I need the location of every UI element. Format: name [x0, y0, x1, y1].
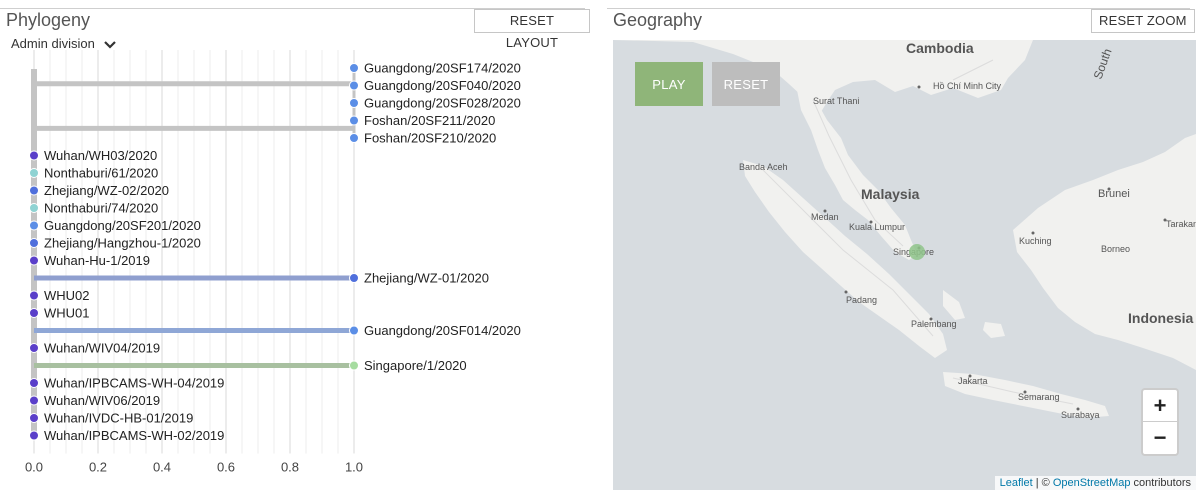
tip-node[interactable]	[29, 220, 39, 231]
tip-label[interactable]: Guangdong/20SF201/2020	[44, 218, 201, 233]
tip-node[interactable]	[29, 150, 39, 161]
tip-node[interactable]	[29, 395, 39, 406]
place-jakarta: Jakarta	[958, 376, 988, 386]
tip-label[interactable]: Zhejiang/Hangzhou-1/2020	[44, 236, 201, 251]
tip-label[interactable]: Guangdong/20SF040/2020	[364, 78, 521, 93]
tip-label[interactable]: WHU01	[44, 306, 90, 321]
tip-label[interactable]: WHU02	[44, 288, 90, 303]
tip-node[interactable]	[29, 413, 39, 423]
tip-label[interactable]: Nonthaburi/61/2020	[44, 166, 158, 181]
tip-label[interactable]: Wuhan/WIV06/2019	[44, 393, 160, 408]
place-surabaya: Surabaya	[1061, 410, 1100, 420]
tip-node[interactable]	[349, 133, 359, 143]
tip-node[interactable]	[349, 63, 359, 73]
place-kuching: Kuching	[1019, 236, 1052, 246]
axis-tick-label: 0.4	[153, 460, 171, 475]
tip-label[interactable]: Foshan/20SF210/2020	[364, 131, 496, 146]
phylogeny-tree[interactable]: 0.0 0.2 0.4 0.6 0.8 1.0 Guangdong/20SF174/2020…	[0, 50, 590, 499]
place-cambodia: Cambodia	[906, 40, 974, 56]
tip-node[interactable]	[29, 168, 39, 178]
tip-node[interactable]	[29, 430, 39, 441]
tip-label[interactable]: Wuhan/IPBCAMS-WH-02/2019	[44, 428, 224, 443]
place-semarang: Semarang	[1018, 392, 1060, 402]
place-malaysia: Malaysia	[861, 186, 920, 202]
singapore-marker[interactable]	[909, 244, 925, 260]
tip-node[interactable]	[349, 98, 359, 108]
geography-panel: Geography RESET ZOOM Cambodia Hồ Chí Min…	[607, 0, 1200, 499]
place-banda-aceh: Banda Aceh	[739, 162, 788, 172]
place-indonesia: Indonesia	[1128, 310, 1194, 326]
tip-node[interactable]	[29, 255, 39, 266]
tip-node[interactable]	[29, 238, 39, 248]
leaflet-link[interactable]: Leaflet	[1000, 477, 1033, 489]
tip-node[interactable]	[29, 378, 39, 388]
axis-tick-label: 0.2	[89, 460, 107, 475]
place-surat-thani: Surat Thani	[813, 96, 859, 106]
tip-label[interactable]: Foshan/20SF211/2020	[364, 113, 495, 128]
place-kuala-lumpur: Kuala Lumpur	[849, 222, 905, 232]
geography-title: Geography	[613, 10, 709, 31]
axis-tick-label: 1.0	[345, 460, 363, 475]
zoom-in-button[interactable]: +	[1143, 390, 1177, 422]
place-brunei: Brunei	[1098, 188, 1130, 200]
map-reset-button[interactable]: RESET	[712, 62, 780, 106]
tip-node[interactable]	[349, 115, 359, 126]
tip-label[interactable]: Nonthaburi/74/2020	[44, 201, 158, 216]
axis-tick-label: 0.8	[281, 460, 299, 475]
tip-node[interactable]	[349, 80, 359, 91]
tip-node[interactable]	[349, 273, 359, 283]
tip-label[interactable]: Guangdong/20SF028/2020	[364, 96, 521, 111]
tip-node[interactable]	[349, 360, 359, 371]
tip-label[interactable]: Wuhan-Hu-1/2019	[44, 253, 150, 268]
tip-label[interactable]: Wuhan/IPBCAMS-WH-04/2019	[44, 376, 224, 391]
tip-label[interactable]: Guangdong/20SF174/2020	[364, 61, 521, 76]
axis-tick-label: 0.6	[217, 460, 235, 475]
attribution-suffix: contributors	[1130, 477, 1191, 489]
tip-label[interactable]: Wuhan/WH03/2020	[44, 148, 157, 163]
tip-label[interactable]: Zhejiang/WZ-02/2020	[44, 183, 169, 198]
map-attribution: Leaflet | © OpenStreetMap contributors	[994, 476, 1196, 490]
phylogeny-panel: Phylogeny RESET LAYOUT Admin division 0.…	[0, 0, 590, 499]
belitung-island	[983, 322, 1005, 338]
map[interactable]: Cambodia Hồ Chí Minh City South Surat Th…	[613, 40, 1196, 490]
place-palembang: Palembang	[911, 319, 957, 329]
axis-tick-label: 0.0	[25, 460, 43, 475]
tip-label[interactable]: Wuhan/WIV04/2019	[44, 341, 160, 356]
tip-node[interactable]	[29, 308, 39, 318]
tip-label[interactable]: Zhejiang/WZ-01/2020	[364, 271, 489, 286]
bangka-island	[943, 290, 965, 320]
tip-label[interactable]: Singapore/1/2020	[364, 358, 467, 373]
tip-node[interactable]	[29, 290, 39, 301]
attribution-separator: | ©	[1032, 477, 1053, 489]
place-tarakan: Tarakan	[1166, 219, 1196, 229]
place-south-china-sea: South	[1091, 47, 1115, 81]
place-medan: Medan	[811, 212, 839, 222]
admin-division-label: Admin division	[11, 36, 95, 51]
place-padang: Padang	[846, 295, 877, 305]
play-button[interactable]: PLAY	[635, 62, 703, 106]
zoom-control: + −	[1141, 388, 1179, 456]
tip-label[interactable]: Wuhan/IVDC-HB-01/2019	[44, 411, 193, 426]
zoom-out-button[interactable]: −	[1143, 422, 1177, 454]
place-ho-chi-minh: Hồ Chí Minh City	[933, 81, 1002, 91]
tip-node[interactable]	[349, 325, 359, 336]
map-tiles[interactable]: Cambodia Hồ Chí Minh City South Surat Th…	[613, 40, 1196, 490]
tip-node[interactable]	[29, 343, 39, 353]
phylogeny-title: Phylogeny	[6, 10, 97, 31]
tip-node[interactable]	[29, 203, 39, 213]
reset-zoom-button[interactable]: RESET ZOOM	[1091, 9, 1195, 33]
tip-node[interactable]	[29, 185, 39, 196]
tip-label[interactable]: Guangdong/20SF014/2020	[364, 323, 521, 338]
openstreetmap-link[interactable]: OpenStreetMap	[1053, 477, 1131, 489]
reset-layout-button[interactable]: RESET LAYOUT	[474, 9, 590, 50]
place-borneo: Borneo	[1101, 244, 1130, 254]
